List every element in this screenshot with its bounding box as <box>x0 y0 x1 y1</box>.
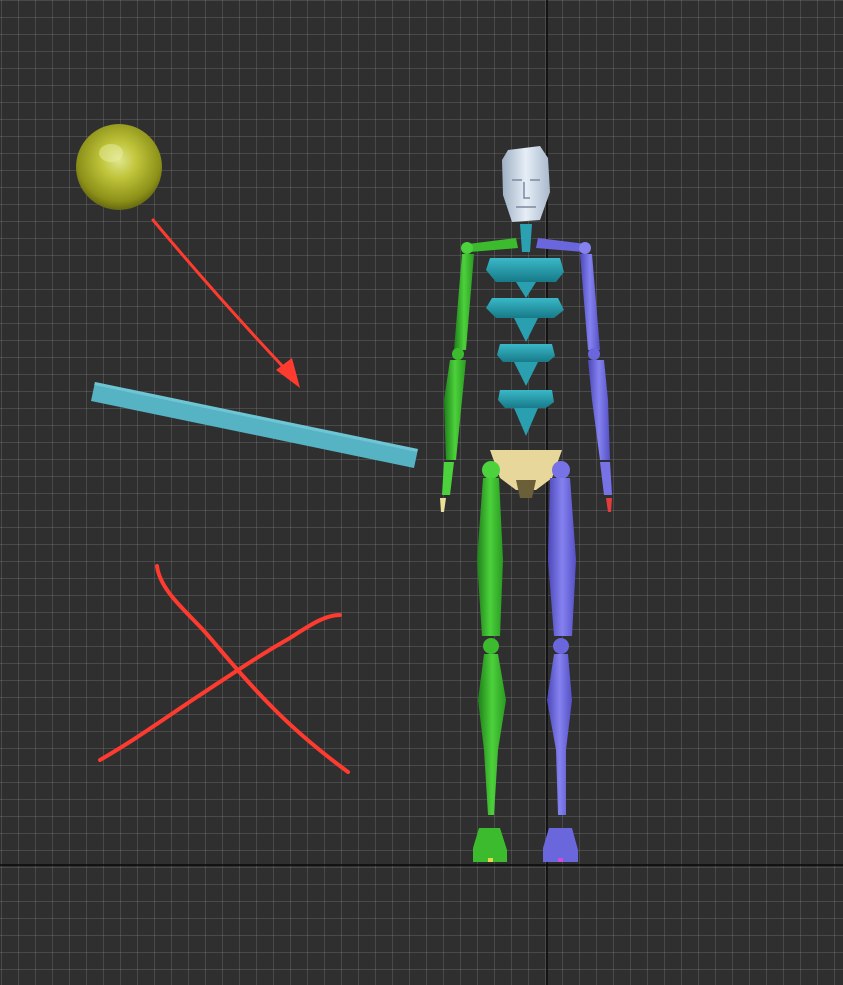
skeleton-left-arm[interactable] <box>440 254 474 512</box>
sphere-icon[interactable] <box>76 124 162 210</box>
skeleton-neck[interactable] <box>520 224 532 252</box>
skeleton-right-leg[interactable] <box>543 461 578 862</box>
arrow-icon <box>151 218 300 388</box>
skeleton-left-clavicle[interactable] <box>468 238 518 252</box>
skeleton-left-leg[interactable] <box>473 461 507 862</box>
skeleton-head[interactable] <box>502 146 550 222</box>
skeleton-right-arm[interactable] <box>580 254 612 512</box>
skeleton-spine[interactable] <box>486 258 564 436</box>
skeleton-right-clavicle[interactable] <box>536 238 586 252</box>
viewport[interactable] <box>0 0 843 985</box>
skeleton-icon[interactable] <box>440 146 612 862</box>
box-icon[interactable] <box>91 382 418 468</box>
scene-canvas[interactable] <box>0 0 843 985</box>
x-mark-icon <box>98 564 350 774</box>
